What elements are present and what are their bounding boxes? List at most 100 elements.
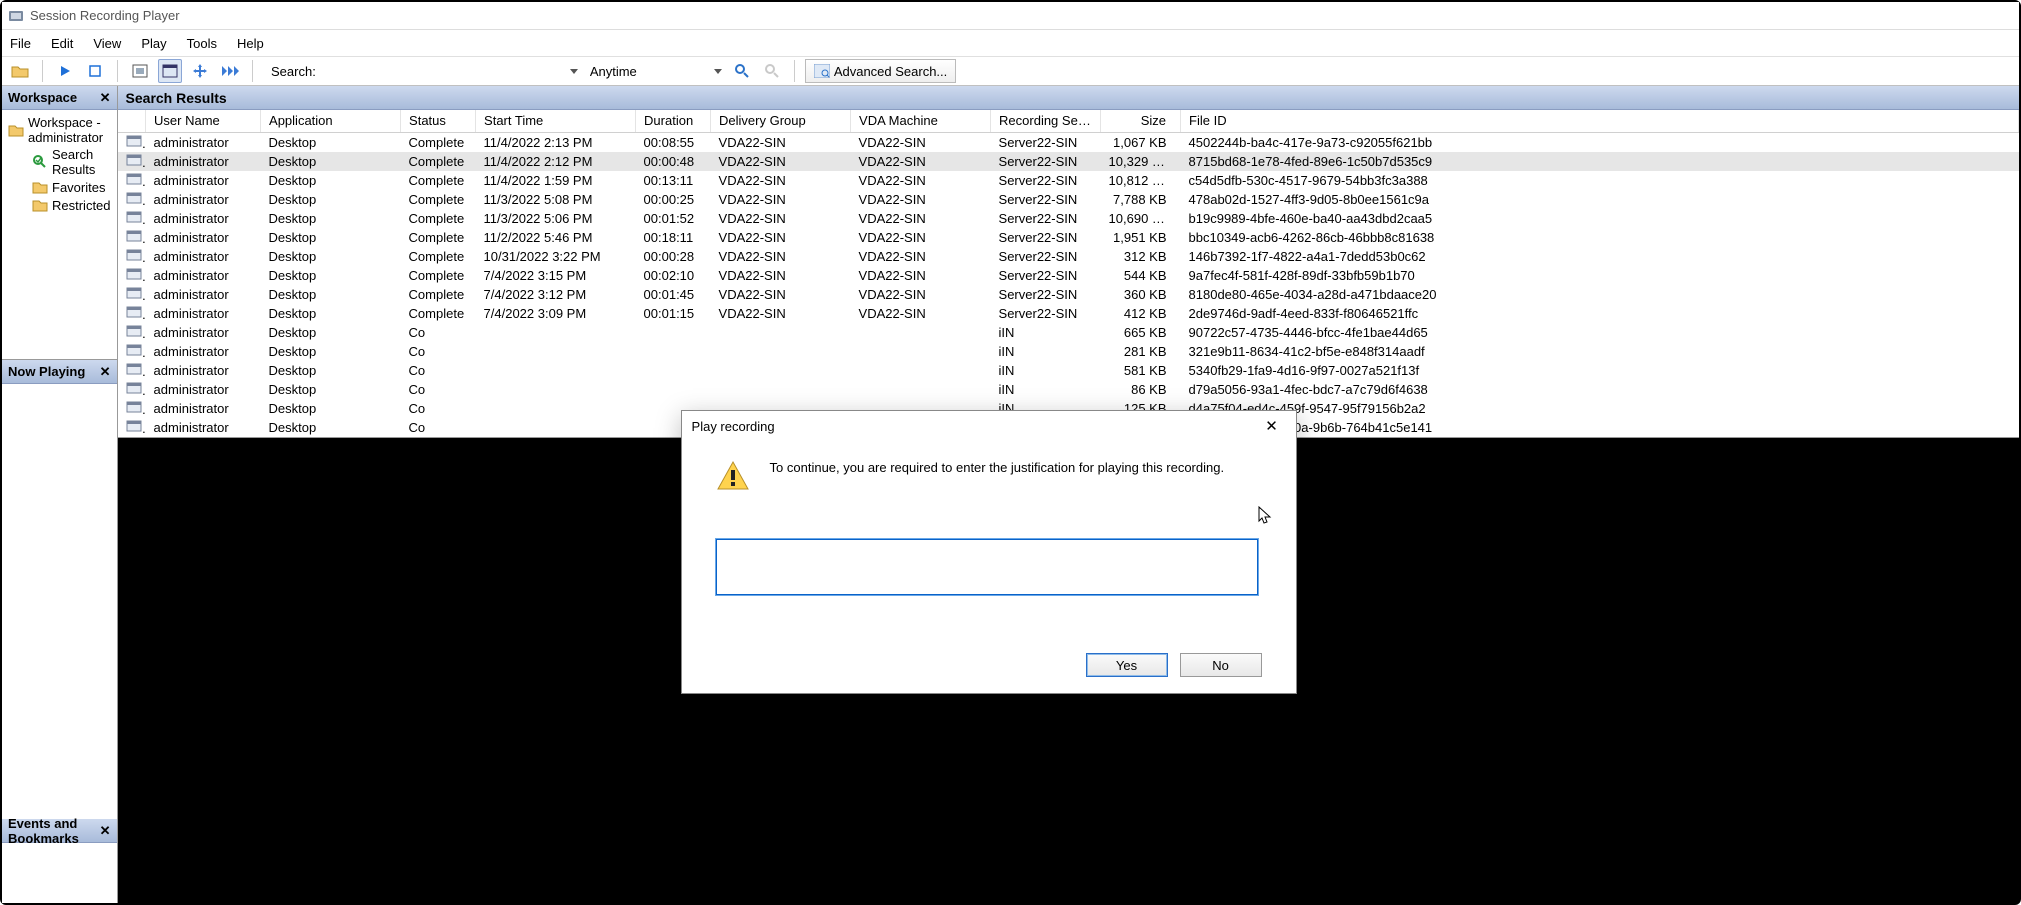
cell-duration: 00:13:11 <box>636 171 711 190</box>
col-status-header[interactable]: Status <box>401 110 476 132</box>
table-row[interactable]: administratorDesktopComplete11/4/2022 2:… <box>118 152 2019 171</box>
workspace-close-icon[interactable]: ✕ <box>100 90 111 106</box>
menu-file[interactable]: File <box>10 36 31 51</box>
workspace-icon <box>8 122 24 138</box>
col-icon-header[interactable] <box>118 110 146 132</box>
cell-status: Complete <box>401 304 476 323</box>
nowplaying-body <box>2 384 117 819</box>
cell-srv: Server22-SIN <box>991 152 1101 171</box>
cell-vda: VDA22-SIN <box>851 247 991 266</box>
col-size-header[interactable]: Size <box>1101 110 1181 132</box>
cell-dg: VDA22-SIN <box>711 266 851 285</box>
yes-button[interactable]: Yes <box>1086 653 1168 677</box>
menu-view[interactable]: View <box>93 36 121 51</box>
cell-vda: VDA22-SIN <box>851 152 991 171</box>
cell-fid: 8180de80-465e-4034-a28d-a471bdaace20 <box>1181 285 2019 304</box>
search-go-button[interactable] <box>730 59 754 83</box>
table-row[interactable]: administratorDesktopComplete7/4/2022 3:1… <box>118 285 2019 304</box>
search-dropdown-icon[interactable] <box>568 60 580 82</box>
table-row[interactable]: administratorDesktopCoiIN581 KB5340fb29-… <box>118 361 2019 380</box>
no-button[interactable]: No <box>1180 653 1262 677</box>
cell-user: administrator <box>146 266 261 285</box>
fit-window-button[interactable] <box>128 59 152 83</box>
cell-fid: 9a7fec4f-581f-428f-89df-33bfb59b1b70 <box>1181 266 2019 285</box>
pan-button[interactable] <box>188 59 212 83</box>
workspace-item-label: Restricted <box>52 198 111 213</box>
separator <box>117 60 118 82</box>
cell-dg <box>711 342 851 361</box>
folder-icon <box>32 179 48 195</box>
col-start-header[interactable]: Start Time <box>476 110 636 132</box>
dialog-close-icon[interactable]: ✕ <box>1258 417 1286 435</box>
nowplaying-close-icon[interactable]: ✕ <box>100 364 111 380</box>
time-filter[interactable] <box>586 60 706 82</box>
table-row[interactable]: administratorDesktopCoiIN665 KB90722c57-… <box>118 323 2019 342</box>
cell-vda: VDA22-SIN <box>851 190 991 209</box>
menu-edit[interactable]: Edit <box>51 36 73 51</box>
cell-vda: VDA22-SIN <box>851 132 991 152</box>
search-input[interactable] <box>322 60 562 82</box>
cell-app: Desktop <box>261 342 401 361</box>
table-row[interactable]: administratorDesktopComplete11/3/2022 5:… <box>118 190 2019 209</box>
skip-button[interactable] <box>218 59 242 83</box>
cell-app: Desktop <box>261 361 401 380</box>
cell-size: 86 KB <box>1101 380 1181 399</box>
cell-duration: 00:00:28 <box>636 247 711 266</box>
actual-size-button[interactable] <box>158 59 182 83</box>
time-dropdown-icon[interactable] <box>712 60 724 82</box>
cell-status: Co <box>401 399 476 418</box>
menu-play[interactable]: Play <box>141 36 166 51</box>
col-vda-header[interactable]: VDA Machine <box>851 110 991 132</box>
col-srv-header[interactable]: Recording Ser... <box>991 110 1101 132</box>
table-row[interactable]: administratorDesktopComplete11/4/2022 2:… <box>118 132 2019 152</box>
workspace-root[interactable]: Workspace - administrator <box>8 114 111 146</box>
cell-srv: iIN <box>991 323 1101 342</box>
cell-start: 7/4/2022 3:09 PM <box>476 304 636 323</box>
col-app-header[interactable]: Application <box>261 110 401 132</box>
cell-fid: 8715bd68-1e78-4fed-89e6-1c50b7d535c9 <box>1181 152 2019 171</box>
workspace-item-favorites[interactable]: Favorites <box>8 178 111 196</box>
workspace-item-restricted[interactable]: Restricted <box>8 196 111 214</box>
events-close-icon[interactable]: ✕ <box>100 823 111 839</box>
play-button[interactable] <box>53 59 77 83</box>
col-fid-header[interactable]: File ID <box>1181 110 2019 132</box>
workspace-item-search-results[interactable]: Search Results <box>8 146 111 178</box>
cell-vda: VDA22-SIN <box>851 228 991 247</box>
cell-srv: Server22-SIN <box>991 228 1101 247</box>
advanced-search-button[interactable]: Advanced Search... <box>805 59 956 83</box>
col-duration-header[interactable]: Duration <box>636 110 711 132</box>
table-row[interactable]: administratorDesktopComplete10/31/2022 3… <box>118 247 2019 266</box>
cell-dg: VDA22-SIN <box>711 285 851 304</box>
menu-help[interactable]: Help <box>237 36 264 51</box>
cell-dg: VDA22-SIN <box>711 132 851 152</box>
cell-status: Complete <box>401 190 476 209</box>
cell-fid: 478ab02d-1527-4ff3-9d05-8b0ee1561c9a <box>1181 190 2019 209</box>
cell-start: 11/3/2022 5:06 PM <box>476 209 636 228</box>
table-row[interactable]: administratorDesktopComplete11/4/2022 1:… <box>118 171 2019 190</box>
table-row[interactable]: administratorDesktopComplete11/3/2022 5:… <box>118 209 2019 228</box>
results-header-row: User Name Application Status Start Time … <box>118 110 2019 132</box>
cell-start: 7/4/2022 3:15 PM <box>476 266 636 285</box>
recording-icon <box>126 305 142 319</box>
warning-icon <box>716 459 750 493</box>
stop-button[interactable] <box>83 59 107 83</box>
cell-app: Desktop <box>261 209 401 228</box>
col-dg-header[interactable]: Delivery Group <box>711 110 851 132</box>
justification-input[interactable] <box>716 539 1258 595</box>
search-clear-button[interactable] <box>760 59 784 83</box>
table-row[interactable]: administratorDesktopComplete7/4/2022 3:0… <box>118 304 2019 323</box>
table-row[interactable]: administratorDesktopComplete11/2/2022 5:… <box>118 228 2019 247</box>
cell-status: Complete <box>401 152 476 171</box>
table-row[interactable]: administratorDesktopCoiIN86 KBd79a5056-9… <box>118 380 2019 399</box>
cell-size: 544 KB <box>1101 266 1181 285</box>
menu-tools[interactable]: Tools <box>187 36 217 51</box>
table-row[interactable]: administratorDesktopCoiIN281 KB321e9b11-… <box>118 342 2019 361</box>
col-user-header[interactable]: User Name <box>146 110 261 132</box>
advanced-search-label: Advanced Search... <box>834 64 947 79</box>
cell-user: administrator <box>146 171 261 190</box>
table-row[interactable]: administratorDesktopComplete7/4/2022 3:1… <box>118 266 2019 285</box>
cell-user: administrator <box>146 190 261 209</box>
open-button[interactable] <box>8 59 32 83</box>
cell-fid: d4a75f04-ed4c-459f-9547-95f79156b2a2 <box>1181 399 2019 418</box>
workspace-header: Workspace ✕ <box>2 86 117 110</box>
